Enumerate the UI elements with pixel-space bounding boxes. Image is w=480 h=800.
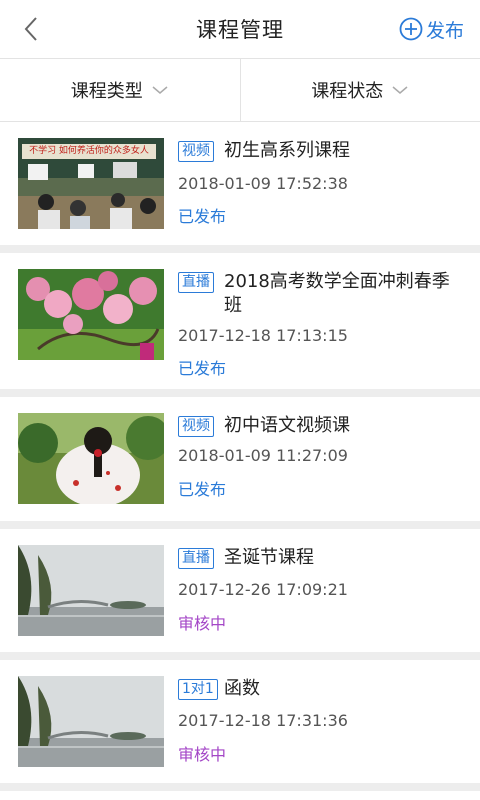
course-item[interactable]: 不学习 如何养活你的众多女人 视频 初生高系列课程 2018-01-09 17:…	[0, 122, 480, 245]
course-time: 2017-12-18 17:13:15	[178, 326, 348, 345]
filter-label: 课程状态	[311, 81, 384, 102]
course-thumbnail	[18, 545, 164, 636]
course-status: 已发布	[178, 480, 227, 499]
course-thumbnail	[18, 269, 164, 360]
course-item[interactable]: 视频 初中语文视频课 2018-01-09 11:27:09 已发布	[0, 397, 480, 521]
course-item[interactable]: 直播 2018高考数学全面冲刺春季班 2017-12-18 17:13:15 已…	[0, 253, 480, 389]
course-title: 初中语文视频课	[224, 415, 350, 436]
course-thumbnail	[18, 676, 164, 767]
header: 课程管理 发布	[0, 0, 480, 58]
course-thumbnail: 不学习 如何养活你的众多女人	[18, 138, 164, 229]
course-list: 不学习 如何养活你的众多女人 视频 初生高系列课程 2018-01-09 17:…	[0, 122, 480, 791]
course-title: 2018高考数学全面冲刺春季班	[224, 271, 450, 316]
list-separator	[0, 652, 480, 660]
course-type-tag: 直播	[178, 548, 214, 569]
course-title: 圣诞节课程	[224, 547, 314, 568]
chevron-down-icon	[392, 86, 408, 94]
course-time: 2018-01-09 11:27:09	[178, 446, 348, 465]
publish-label: 发布	[425, 19, 464, 42]
chevron-down-icon	[152, 86, 168, 94]
course-status: 已发布	[178, 207, 227, 226]
course-time: 2018-01-09 17:52:38	[178, 174, 348, 193]
course-thumbnail	[18, 413, 164, 504]
filter-course-status[interactable]: 课程状态	[239, 59, 480, 121]
course-status: 审核中	[178, 614, 227, 633]
list-separator	[0, 521, 480, 529]
filter-course-type[interactable]: 课程类型	[0, 59, 240, 121]
course-item[interactable]: 直播 圣诞节课程 2017-12-26 17:09:21 审核中	[0, 529, 480, 652]
course-type-tag: 直播	[178, 272, 214, 293]
course-type-tag: 视频	[178, 416, 214, 437]
course-type-tag: 1对1	[178, 679, 218, 700]
thumbnail-banner-text: 不学习 如何养活你的众多女人	[29, 146, 149, 156]
course-item[interactable]: 1对1 函数 2017-12-18 17:31:36 审核中	[0, 660, 480, 783]
plus-circle-icon	[399, 17, 423, 41]
course-status: 已发布	[178, 359, 227, 378]
filter-label: 课程类型	[70, 81, 143, 102]
course-title: 初生高系列课程	[224, 140, 350, 161]
filter-bar: 课程类型 课程状态	[0, 58, 480, 122]
list-separator	[0, 245, 480, 253]
course-time: 2017-12-18 17:31:36	[178, 711, 348, 730]
course-status: 审核中	[178, 745, 227, 764]
list-separator	[0, 389, 480, 397]
list-separator	[0, 783, 480, 791]
course-time: 2017-12-26 17:09:21	[178, 580, 348, 599]
course-type-tag: 视频	[178, 141, 214, 162]
publish-button[interactable]: 发布	[399, 14, 464, 44]
course-title: 函数	[224, 678, 260, 699]
